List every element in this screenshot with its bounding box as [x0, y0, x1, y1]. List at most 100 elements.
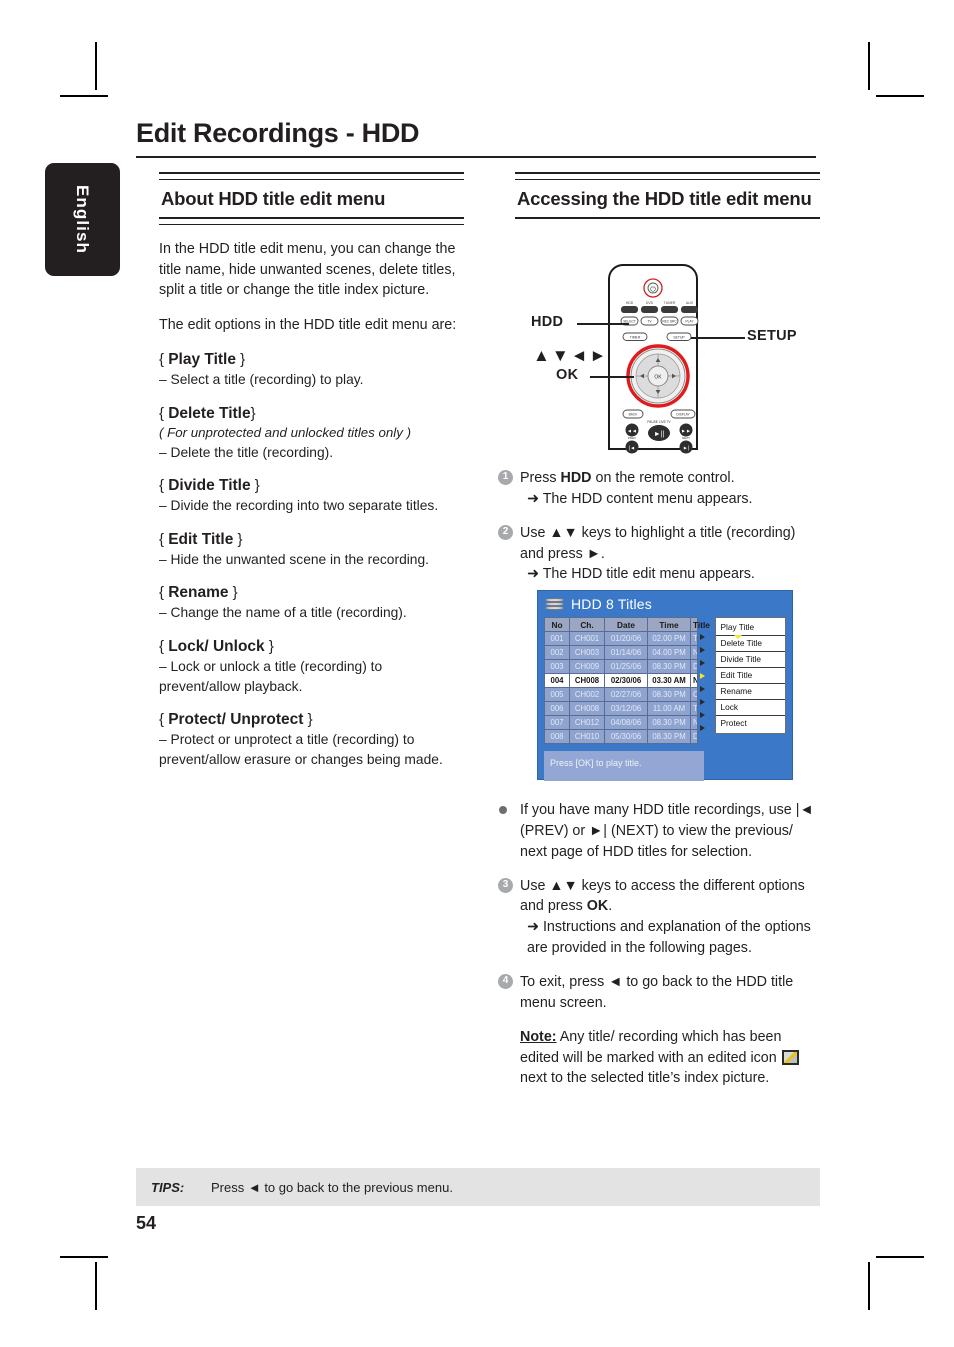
option-divide-title-heading: { Divide Title } [159, 477, 464, 495]
crop-mark-top-right-v [868, 42, 870, 90]
step-4-number: 4 [498, 974, 513, 990]
cell-title: CSI [689, 687, 699, 702]
cell-ch: CH008 [569, 673, 605, 688]
screen-body: No Ch. Date Time Title 001 CH001 01/20/0… [538, 617, 792, 744]
cell-no: 001 [544, 631, 570, 646]
screen-header: HDD 8 Titles [538, 591, 792, 617]
step-3-result: ➜ Instructions and explanation of the op… [527, 919, 811, 957]
column-header-time: Time [647, 617, 691, 632]
option-edit-title-heading: { Edit Title } [159, 531, 464, 549]
callout-arrow-keys: ▲▼◄► [533, 346, 609, 365]
option-name: Play Title [168, 351, 236, 369]
crop-mark-bottom-left-h [60, 1256, 108, 1258]
menu-item-rename[interactable]: Rename [716, 684, 785, 700]
cell-date: 03/12/06 [604, 701, 648, 716]
title-edit-options-menu[interactable]: Play Title Delete Title Divide Title Edi… [715, 617, 786, 734]
about-section-title: About HDD title edit menu [161, 188, 386, 209]
screen-status-bar: Press [OK] to play title. [544, 751, 704, 781]
option-rename-heading: { Rename } [159, 584, 464, 602]
table-row[interactable]: 007 CH012 04/08/06 08.30 PM News [544, 715, 699, 730]
cell-date: 02/30/06 [604, 673, 648, 688]
row-arrow [699, 656, 708, 669]
cell-time: 03.30 AM [647, 673, 691, 688]
option-rename-desc: – Change the name of a title (recording)… [159, 605, 407, 621]
row-arrow [699, 630, 708, 643]
steps-group-bottom: If you have many HDD title recordings, u… [498, 787, 823, 1089]
table-row[interactable]: 002 CH003 01/14/06 04.00 PM News [544, 645, 699, 660]
svg-text:OK: OK [654, 375, 662, 381]
svg-text:TUNER: TUNER [664, 301, 676, 305]
cell-ch: CH009 [569, 659, 605, 674]
cell-no: 006 [544, 701, 570, 716]
tips-label: TIPS: [151, 1179, 185, 1195]
option-protect-unprotect-desc: – Protect or unprotect a title (recordin… [159, 732, 443, 767]
menu-item-delete-title[interactable]: Delete Title [716, 636, 785, 652]
accessing-section-heading: Accessing the HDD title edit menu [515, 172, 820, 219]
step-3-text-before: Use ▲▼ keys to access the different opti… [520, 877, 805, 915]
screen-title: HDD 8 Titles [571, 596, 652, 612]
cell-time: 08.30 PM [647, 729, 691, 744]
callout-setup: SETUP [747, 328, 797, 344]
cell-time: 08.30 PM [647, 659, 691, 674]
option-delete-title-desc: – Delete the title (recording). [159, 444, 334, 460]
edited-icon [781, 1049, 799, 1065]
cell-time: 11.00 AM [647, 701, 691, 716]
cell-ch: CH001 [569, 631, 605, 646]
step-2: 2 Use ▲▼ keys to highlight a title (reco… [498, 523, 820, 586]
menu-item-lock[interactable]: Lock [716, 700, 785, 716]
step-3: 3 Use ▲▼ keys to access the different op… [498, 876, 823, 959]
table-row[interactable]: 001 CH001 01/20/06 02.00 PM Travel [544, 631, 699, 646]
svg-text:►►: ►► [681, 428, 691, 434]
steps-group-top: 1 Press HDD on the remote control. ➜ The… [498, 455, 820, 585]
cell-title: News [689, 715, 699, 730]
row-arrow [699, 708, 708, 721]
bullet-dot [499, 806, 507, 814]
column-header-date: Date [604, 617, 648, 632]
option-delete-title-note: ( For unprotected and unlocked titles on… [159, 424, 412, 440]
ok-leader-line [590, 376, 634, 378]
crop-mark-bottom-right-v [868, 1262, 870, 1310]
brace-open: { [159, 404, 165, 422]
cell-no: 007 [544, 715, 570, 730]
svg-text:NEXT: NEXT [682, 436, 690, 440]
option-lock-unlock-desc: – Lock or unlock a title (recording) to … [159, 658, 383, 694]
menu-item-protect[interactable]: Protect [716, 716, 785, 731]
cell-title: Discover [689, 729, 699, 744]
step-4-text: To exit, press ◄ to go back to the HDD t… [520, 974, 794, 1011]
brace-open: { [159, 477, 165, 495]
cell-no: 008 [544, 729, 570, 744]
svg-text:AUX: AUX [686, 301, 694, 305]
cell-date: 02/27/06 [604, 687, 648, 702]
cell-ch: CH002 [569, 687, 605, 702]
step-2-result: ➜ The HDD title edit menu appears. [527, 566, 755, 583]
setup-leader-line [691, 337, 745, 339]
hdd-title-table[interactable]: No Ch. Date Time Title 001 CH001 01/20/0… [544, 617, 710, 744]
menu-item-edit-title[interactable]: Edit Title [716, 668, 785, 684]
page-title-rule [136, 156, 816, 158]
heading-rule-top [159, 172, 464, 180]
tips-text: Press ◄ to go back to the previous menu. [211, 1179, 453, 1195]
svg-text:PREV: PREV [628, 436, 636, 440]
brace-open: { [159, 530, 165, 548]
menu-item-play-title[interactable]: Play Title [716, 620, 785, 639]
cell-date: 01/20/06 [604, 631, 648, 646]
step-2-number: 2 [498, 524, 513, 540]
step-2-text: Use ▲▼ keys to highlight a title (record… [520, 524, 796, 562]
bullet-paging-hint: If you have many HDD title recordings, u… [498, 800, 823, 863]
table-row[interactable]: 005 CH002 02/27/06 08.30 PM CSI [544, 687, 699, 702]
table-row[interactable]: 003 CH009 01/25/06 08.30 PM Drama [544, 659, 699, 674]
crop-mark-top-left-v [95, 42, 97, 90]
table-row[interactable]: 006 CH008 03/12/06 11.00 AM Title 3 [544, 701, 699, 716]
hdd-title-menu-screenshot: HDD 8 Titles No Ch. Date Time Title 001 … [537, 590, 793, 781]
menu-item-divide-title[interactable]: Divide Title [716, 652, 785, 668]
left-column: About HDD title edit menu In the HDD tit… [159, 172, 464, 769]
note-text-after: next to the selected title’s index pictu… [520, 1070, 770, 1087]
table-row-selected[interactable]: 004 CH008 02/30/06 03.30 AM Nature [544, 673, 699, 688]
brace-close: } [237, 530, 243, 548]
brace-close: } [240, 351, 246, 369]
svg-text:PAUSE LIVE TV: PAUSE LIVE TV [647, 420, 671, 424]
table-row[interactable]: 008 CH010 05/30/06 08.30 PM Discover [544, 729, 699, 744]
cell-date: 05/30/06 [604, 729, 648, 744]
heading-rule-bottom [515, 216, 820, 219]
column-header-no: No [544, 617, 570, 632]
